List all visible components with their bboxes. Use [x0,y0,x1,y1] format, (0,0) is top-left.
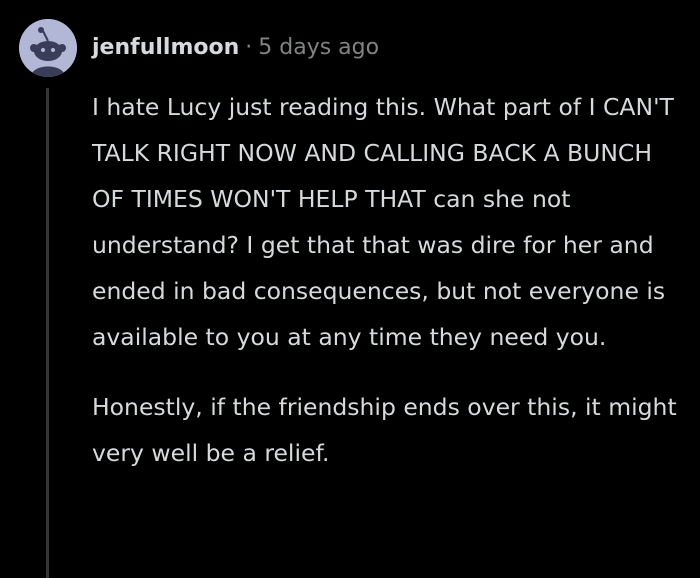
author-link[interactable]: jenfullmoon [92,35,239,60]
comment-paragraph: I hate Lucy just reading this. What part… [92,93,674,351]
comment: jenfullmoon · 5 days ago I hate Lucy just … [0,0,700,578]
timestamp[interactable]: 5 days ago [258,35,379,60]
meta-separator: · [245,35,253,60]
comment-header: jenfullmoon · 5 days ago [92,32,379,64]
snoo-avatar-icon [19,19,77,77]
avatar[interactable] [19,19,77,77]
comment-paragraph: Honestly, if the friendship ends over th… [92,393,677,467]
thread-line[interactable] [46,88,49,578]
comment-body: I hate Lucy just reading this. What part… [92,84,677,476]
